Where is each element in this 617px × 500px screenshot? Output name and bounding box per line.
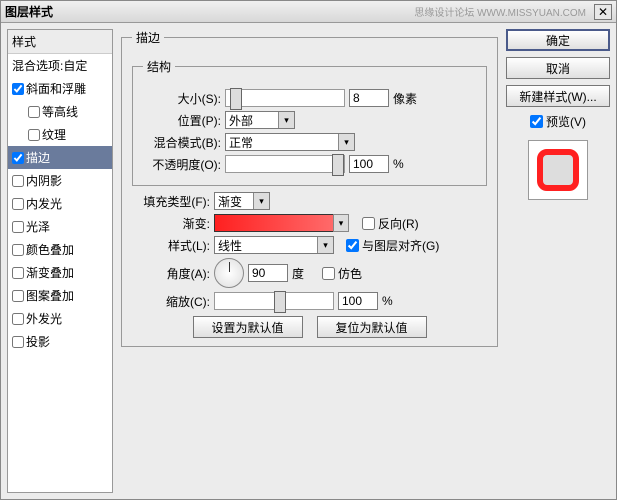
blend-options-row[interactable]: 混合选项:自定 xyxy=(8,54,112,77)
chevron-down-icon[interactable]: ▾ xyxy=(333,214,349,232)
size-label: 大小(S): xyxy=(143,90,221,107)
window-title: 图层样式 xyxy=(5,3,414,20)
sidebar-check-11[interactable] xyxy=(12,336,24,348)
scale-label: 缩放(C): xyxy=(132,293,210,310)
filltype-select[interactable]: 渐变▾ xyxy=(214,192,270,210)
sidebar-check-4[interactable] xyxy=(12,175,24,187)
opacity-input[interactable] xyxy=(349,155,389,173)
watermark: 思缘设计论坛 WWW.MISSYUAN.COM xyxy=(414,4,586,19)
sidebar-label-2: 纹理 xyxy=(42,126,66,143)
new-style-button[interactable]: 新建样式(W)... xyxy=(506,85,610,107)
sidebar-check-6[interactable] xyxy=(12,221,24,233)
preview-checkbox[interactable]: 预览(V) xyxy=(530,113,586,130)
scale-input[interactable] xyxy=(338,292,378,310)
sidebar-label-9: 图案叠加 xyxy=(26,287,74,304)
chevron-down-icon: ▾ xyxy=(253,193,269,209)
sidebar-check-5[interactable] xyxy=(12,198,24,210)
structure-group: 结构 大小(S): 像素 位置(P): 外部▾ 混合模式(B): 正常▾ 不透明… xyxy=(132,58,487,186)
reverse-checkbox[interactable]: 反向(R) xyxy=(362,215,419,232)
structure-legend: 结构 xyxy=(143,58,175,75)
align-checkbox[interactable]: 与图层对齐(G) xyxy=(346,237,439,254)
sidebar-check-1[interactable] xyxy=(28,106,40,118)
chevron-down-icon: ▾ xyxy=(317,237,333,253)
sidebar-item-1[interactable]: 等高线 xyxy=(8,100,112,123)
sidebar-label-0: 斜面和浮雕 xyxy=(26,80,86,97)
set-default-button[interactable]: 设置为默认值 xyxy=(193,316,303,338)
size-unit: 像素 xyxy=(393,90,417,107)
sidebar-item-3[interactable]: 描边 xyxy=(8,146,112,169)
blendmode-label: 混合模式(B): xyxy=(143,134,221,151)
stroke-legend: 描边 xyxy=(132,29,164,46)
sidebar-item-11[interactable]: 投影 xyxy=(8,330,112,353)
sidebar-label-3: 描边 xyxy=(26,149,50,166)
preview-chip xyxy=(537,149,579,191)
angle-unit: 度 xyxy=(292,265,304,282)
preview-swatch xyxy=(528,140,588,200)
gradient-swatch[interactable]: ▾ xyxy=(214,214,334,232)
angle-label: 角度(A): xyxy=(132,265,210,282)
styles-header: 样式 xyxy=(8,30,112,54)
size-input[interactable] xyxy=(349,89,389,107)
filltype-label: 填充类型(F): xyxy=(132,193,210,210)
position-select[interactable]: 外部▾ xyxy=(225,111,295,129)
sidebar-label-8: 渐变叠加 xyxy=(26,264,74,281)
sidebar-item-10[interactable]: 外发光 xyxy=(8,307,112,330)
angle-dial[interactable] xyxy=(214,258,244,288)
sidebar-label-6: 光泽 xyxy=(26,218,50,235)
sidebar-check-7[interactable] xyxy=(12,244,24,256)
sidebar-item-5[interactable]: 内发光 xyxy=(8,192,112,215)
sidebar-item-9[interactable]: 图案叠加 xyxy=(8,284,112,307)
chevron-down-icon: ▾ xyxy=(338,134,354,150)
sidebar-label-4: 内阴影 xyxy=(26,172,62,189)
sidebar-label-1: 等高线 xyxy=(42,103,78,120)
sidebar-check-10[interactable] xyxy=(12,313,24,325)
dither-checkbox[interactable]: 仿色 xyxy=(322,265,362,282)
sidebar-item-0[interactable]: 斜面和浮雕 xyxy=(8,77,112,100)
sidebar-label-7: 颜色叠加 xyxy=(26,241,74,258)
cancel-button[interactable]: 取消 xyxy=(506,57,610,79)
reset-default-button[interactable]: 复位为默认值 xyxy=(317,316,427,338)
scale-slider[interactable] xyxy=(214,292,334,310)
style-select[interactable]: 线性▾ xyxy=(214,236,334,254)
gradient-label: 渐变: xyxy=(132,215,210,232)
position-label: 位置(P): xyxy=(143,112,221,129)
sidebar-label-10: 外发光 xyxy=(26,310,62,327)
sidebar-check-3[interactable] xyxy=(12,152,24,164)
sidebar-item-2[interactable]: 纹理 xyxy=(8,123,112,146)
size-slider[interactable] xyxy=(225,89,345,107)
sidebar-item-4[interactable]: 内阴影 xyxy=(8,169,112,192)
sidebar-label-5: 内发光 xyxy=(26,195,62,212)
sidebar-check-2[interactable] xyxy=(28,129,40,141)
sidebar-check-8[interactable] xyxy=(12,267,24,279)
sidebar-check-9[interactable] xyxy=(12,290,24,302)
chevron-down-icon: ▾ xyxy=(278,112,294,128)
sidebar-label-11: 投影 xyxy=(26,333,50,350)
style-label: 样式(L): xyxy=(132,237,210,254)
ok-button[interactable]: 确定 xyxy=(506,29,610,51)
sidebar-item-6[interactable]: 光泽 xyxy=(8,215,112,238)
opacity-slider[interactable] xyxy=(225,155,345,173)
pct-unit: % xyxy=(382,294,393,308)
close-icon[interactable]: ✕ xyxy=(594,4,612,20)
sidebar-item-7[interactable]: 颜色叠加 xyxy=(8,238,112,261)
opacity-label: 不透明度(O): xyxy=(143,156,221,173)
styles-list: 样式 混合选项:自定 斜面和浮雕等高线纹理描边内阴影内发光光泽颜色叠加渐变叠加图… xyxy=(7,29,113,493)
blendmode-select[interactable]: 正常▾ xyxy=(225,133,355,151)
stroke-group: 描边 结构 大小(S): 像素 位置(P): 外部▾ 混合模式(B): 正常▾ xyxy=(121,29,498,347)
sidebar-check-0[interactable] xyxy=(12,83,24,95)
sidebar-item-8[interactable]: 渐变叠加 xyxy=(8,261,112,284)
pct-unit: % xyxy=(393,157,404,171)
angle-input[interactable] xyxy=(248,264,288,282)
